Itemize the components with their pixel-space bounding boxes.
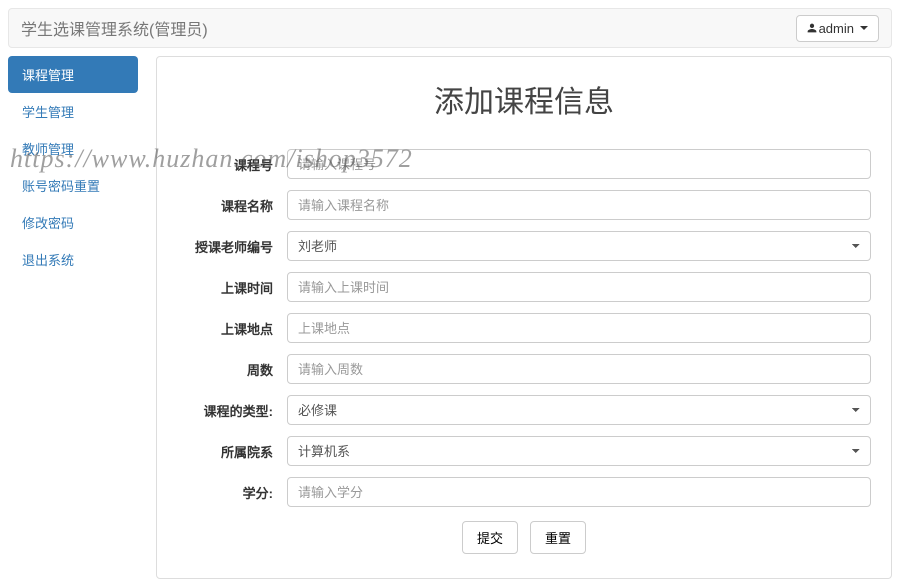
field-course-no: 课程号: [177, 149, 871, 179]
label-college: 所属院系: [177, 442, 287, 461]
navbar: 学生选课管理系统(管理员) admin: [8, 8, 892, 48]
sidebar-item-label: 教师管理: [8, 130, 138, 167]
label-class-place: 上课地点: [177, 319, 287, 338]
label-course-name: 课程名称: [177, 196, 287, 215]
sidebar-item-password[interactable]: 修改密码: [8, 204, 138, 241]
field-course-name: 课程名称: [177, 190, 871, 220]
sidebar-item-label: 学生管理: [8, 93, 138, 130]
select-college[interactable]: 计算机系: [287, 436, 871, 466]
label-course-no: 课程号: [177, 155, 287, 174]
sidebar-item-label: 修改密码: [8, 204, 138, 241]
page-title: 添加课程信息: [177, 77, 871, 121]
button-row: 提交 重置: [177, 521, 871, 554]
user-label: admin: [819, 21, 854, 36]
sidebar-item-label: 退出系统: [8, 241, 138, 278]
sidebar-item-student[interactable]: 学生管理: [8, 93, 138, 130]
select-course-type[interactable]: 必修课: [287, 395, 871, 425]
caret-down-icon: [860, 26, 868, 30]
field-class-time: 上课时间: [177, 272, 871, 302]
submit-button[interactable]: 提交: [462, 521, 518, 554]
field-course-type: 课程的类型: 必修课: [177, 395, 871, 425]
label-class-time: 上课时间: [177, 278, 287, 297]
sidebar-item-label: 课程管理: [8, 56, 138, 93]
field-credit: 学分:: [177, 477, 871, 507]
user-icon: [807, 23, 817, 33]
user-menu-button[interactable]: admin: [796, 15, 879, 42]
main-panel: 添加课程信息 课程号 课程名称 授课老师编号 刘老师 上课时间 上课地点 周数: [156, 56, 892, 579]
input-course-name[interactable]: [287, 190, 871, 220]
field-college: 所属院系 计算机系: [177, 436, 871, 466]
sidebar: 课程管理 学生管理 教师管理 账号密码重置 修改密码 退出系统: [8, 56, 138, 579]
field-weeks: 周数: [177, 354, 871, 384]
input-credit[interactable]: [287, 477, 871, 507]
sidebar-item-teacher[interactable]: 教师管理: [8, 130, 138, 167]
label-credit: 学分:: [177, 483, 287, 502]
field-class-place: 上课地点: [177, 313, 871, 343]
input-course-no[interactable]: [287, 149, 871, 179]
select-teacher[interactable]: 刘老师: [287, 231, 871, 261]
label-course-type: 课程的类型:: [177, 401, 287, 420]
app-title: 学生选课管理系统(管理员): [21, 16, 208, 40]
sidebar-item-logout[interactable]: 退出系统: [8, 241, 138, 278]
input-class-time[interactable]: [287, 272, 871, 302]
label-weeks: 周数: [177, 360, 287, 379]
input-weeks[interactable]: [287, 354, 871, 384]
sidebar-item-course[interactable]: 课程管理: [8, 56, 138, 93]
field-teacher: 授课老师编号 刘老师: [177, 231, 871, 261]
label-teacher: 授课老师编号: [177, 237, 287, 256]
sidebar-item-reset[interactable]: 账号密码重置: [8, 167, 138, 204]
input-class-place[interactable]: [287, 313, 871, 343]
sidebar-item-label: 账号密码重置: [8, 167, 138, 204]
reset-button[interactable]: 重置: [530, 521, 586, 554]
